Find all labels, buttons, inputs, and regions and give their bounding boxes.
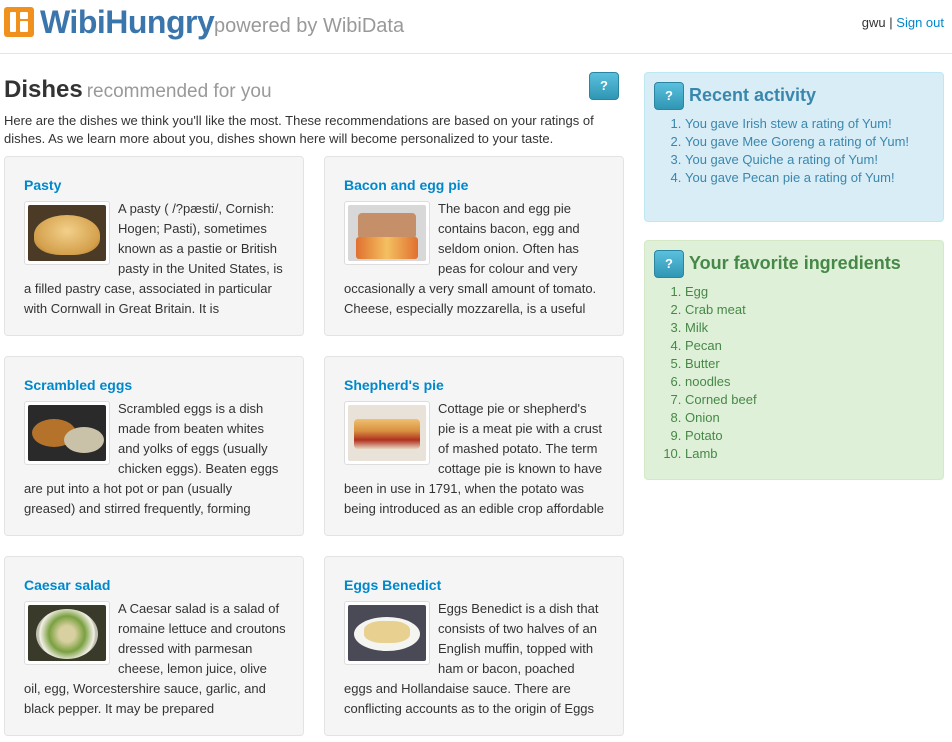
ingredient-item: Onion (685, 409, 925, 427)
dish-thumbnail[interactable] (344, 601, 430, 665)
favorite-ingredients-panel: ? Your favorite ingredients Egg Crab mea… (644, 240, 944, 480)
ingredient-item: Butter (685, 355, 925, 373)
powered-by-text: powered by WibiData (214, 15, 405, 37)
dish-title-link[interactable]: Bacon and egg pie (344, 177, 468, 193)
page-title-text: Dishes (4, 76, 83, 103)
recent-activity-title: Recent activity (689, 85, 817, 105)
pasty-image (28, 205, 106, 261)
activity-help-button[interactable]: ? (654, 82, 684, 110)
wibihungry-logo-icon[interactable] (4, 7, 34, 37)
dish-title-link[interactable]: Caesar salad (24, 577, 110, 593)
activity-item: You gave Pecan pie a rating of Yum! (685, 169, 925, 187)
dish-thumbnail[interactable] (24, 401, 110, 465)
activity-list: You gave Irish stew a rating of Yum! You… (685, 115, 925, 187)
username: gwu (861, 15, 886, 30)
dish-title-link[interactable]: Scrambled eggs (24, 377, 132, 393)
dish-card-eggs-benedict: Eggs Benedict Eggs Benedict is a dish th… (324, 556, 624, 736)
sign-out-link[interactable]: Sign out (896, 15, 944, 30)
brand-name[interactable]: WibiHungry (40, 4, 215, 41)
scrambled-eggs-image (28, 405, 106, 461)
dish-card-caesar-salad: Caesar salad A Caesar salad is a salad o… (4, 556, 304, 736)
user-bar-separator: | (889, 15, 893, 30)
ingredients-help-button[interactable]: ? (654, 250, 684, 278)
page-subtitle: recommended for you (86, 81, 272, 102)
ingredient-item: Egg (685, 283, 925, 301)
dish-title-link[interactable]: Pasty (24, 177, 61, 193)
dish-card-scrambled-eggs: Scrambled eggs Scrambled eggs is a dish … (4, 356, 304, 536)
dish-thumbnail[interactable] (344, 401, 430, 465)
dish-thumbnail[interactable] (24, 601, 110, 665)
intro-text: Here are the dishes we think you'll like… (4, 113, 594, 146)
ingredient-item: Pecan (685, 337, 925, 355)
dishes-help-button[interactable]: ? (589, 72, 619, 100)
dish-thumbnail[interactable] (24, 201, 110, 265)
ingredient-item: Crab meat (685, 301, 925, 319)
dish-title-link[interactable]: Shepherd's pie (344, 377, 444, 393)
ingredient-item: Milk (685, 319, 925, 337)
ingredient-item: noodles (685, 373, 925, 391)
favorite-ingredients-title: Your favorite ingredients (689, 253, 901, 273)
ingredients-list: Egg Crab meat Milk Pecan Butter noodles … (685, 283, 925, 463)
app-header: WibiHungry powered by WibiData gwu | Sig… (0, 0, 952, 54)
ingredient-item: Lamb (685, 445, 925, 463)
ingredient-item: Potato (685, 427, 925, 445)
user-bar: gwu | Sign out (862, 15, 944, 30)
page-title: Dishes recommended for you (4, 76, 272, 104)
dish-card-bacon-and-egg-pie: Bacon and egg pie The bacon and egg pie … (324, 156, 624, 336)
activity-item: You gave Mee Goreng a rating of Yum! (685, 133, 925, 151)
bacon-and-egg-pie-image (348, 205, 426, 261)
eggs-benedict-image (348, 605, 426, 661)
activity-item: You gave Quiche a rating of Yum! (685, 151, 925, 169)
dish-title-link[interactable]: Eggs Benedict (344, 577, 441, 593)
dish-card-pasty: Pasty A pasty ( /?pæsti/, Cornish: Hogen… (4, 156, 304, 336)
recent-activity-panel: ? Recent activity You gave Irish stew a … (644, 72, 944, 222)
activity-item: You gave Irish stew a rating of Yum! (685, 115, 925, 133)
ingredient-item: Corned beef (685, 391, 925, 409)
dish-card-shepherds-pie: Shepherd's pie Cottage pie or shepherd's… (324, 356, 624, 536)
caesar-salad-image (28, 605, 106, 661)
dish-thumbnail[interactable] (344, 201, 430, 265)
shepherds-pie-image (348, 405, 426, 461)
